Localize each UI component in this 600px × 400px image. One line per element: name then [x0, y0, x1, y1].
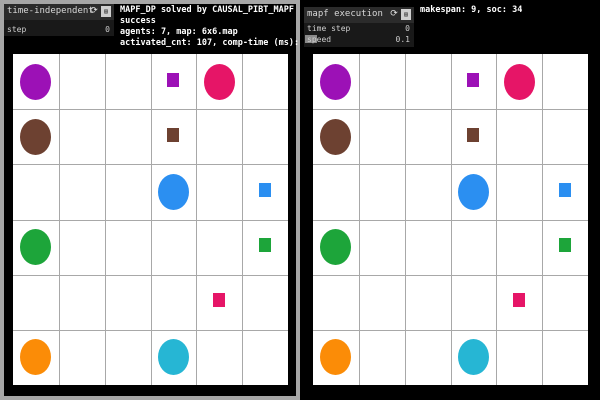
grid-line-horizontal: [13, 220, 288, 221]
grid-line-horizontal: [13, 164, 288, 165]
time-step-label: time step: [307, 24, 351, 33]
widget-title-bar[interactable]: mapf execution ⟳ ▤: [304, 7, 414, 23]
info-line-solver: MAPF_DP solved by CAUSAL_PIBT_MAPF: [120, 5, 294, 15]
speed-value[interactable]: 0.1: [396, 35, 410, 44]
goal-pink: [513, 293, 526, 308]
speed-label: speed: [307, 35, 332, 44]
agent-brown: [20, 118, 52, 155]
left-grid-board: [13, 54, 288, 385]
grid-line-horizontal: [13, 275, 288, 276]
grid-line-horizontal: [313, 275, 588, 276]
goal-blue: [259, 182, 272, 197]
agent-orange: [320, 339, 352, 376]
widget-title: time-independent: [7, 6, 94, 16]
goal-brown: [167, 127, 180, 142]
agent-green: [320, 229, 352, 266]
goal-purple: [167, 72, 180, 87]
agent-orange: [20, 339, 52, 376]
agent-brown: [320, 118, 352, 155]
grid-line-horizontal: [313, 330, 588, 331]
mapf-execution-widget: mapf execution ⟳ ▤ time step 0 speed 0.1: [304, 7, 414, 47]
grid-line-horizontal: [313, 164, 588, 165]
goal-blue: [559, 182, 572, 197]
agent-pink: [503, 63, 535, 100]
grid-line-horizontal: [13, 330, 288, 331]
grid-line-horizontal: [313, 109, 588, 110]
grid-line-horizontal: [13, 109, 288, 110]
agent-blue: [157, 173, 189, 210]
step-label: step: [7, 25, 27, 34]
info-line-status: success: [120, 16, 156, 26]
goal-green: [259, 238, 272, 253]
agent-cyan: [457, 339, 489, 376]
widget-title-bar[interactable]: time-independent ⟳ ▤: [4, 4, 114, 20]
agent-purple: [20, 63, 52, 100]
refresh-icon[interactable]: ⟳: [89, 6, 99, 17]
goal-purple: [467, 72, 480, 87]
info-line-activated: activated_cnt: 107, comp-time (ms): 0: [120, 38, 310, 48]
collapse-icon[interactable]: ▤: [101, 6, 111, 17]
time-independent-widget: time-independent ⟳ ▤ step 0: [4, 4, 114, 36]
widget-title: mapf execution: [307, 9, 383, 19]
goal-green: [559, 238, 572, 253]
goal-pink: [213, 293, 226, 308]
refresh-icon[interactable]: ⟳: [389, 9, 399, 20]
agent-purple: [320, 63, 352, 100]
info-line-agents: agents: 7, map: 6x6.map: [120, 27, 238, 37]
agent-cyan: [157, 339, 189, 376]
grid-line-horizontal: [313, 220, 588, 221]
agent-blue: [457, 173, 489, 210]
collapse-icon[interactable]: ▤: [401, 9, 411, 20]
time-step-value[interactable]: 0: [405, 24, 410, 33]
makespan-info: makespan: 9, soc: 34: [420, 5, 523, 15]
step-value[interactable]: 0: [105, 25, 110, 34]
goal-brown: [467, 127, 480, 142]
agent-green: [20, 229, 52, 266]
agent-pink: [203, 63, 235, 100]
right-grid-board: [313, 54, 588, 385]
